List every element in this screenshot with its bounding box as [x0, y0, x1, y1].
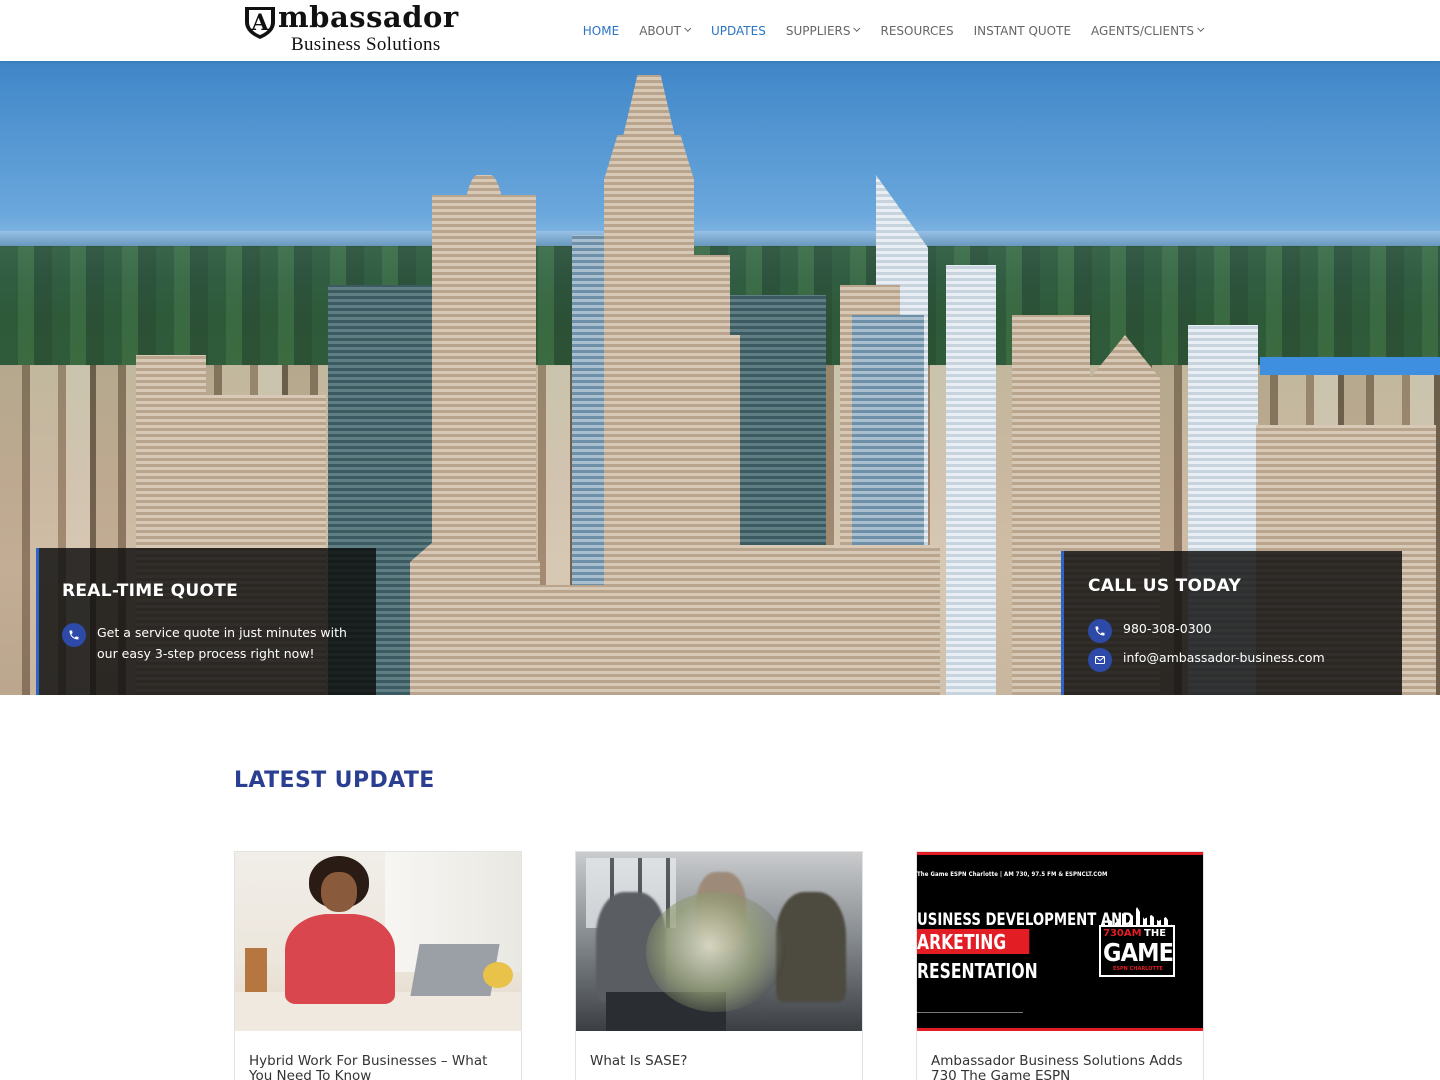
- thumb-headline-3: RESENTATION: [917, 959, 1038, 983]
- thumb-headline-2: ARKETING: [917, 929, 1030, 954]
- hero-banner: REAL-TIME QUOTE Get a service quote in j…: [0, 61, 1440, 695]
- nav-item-agents-clients[interactable]: AGENTS/CLIENTS: [1091, 23, 1205, 38]
- nav-item-suppliers[interactable]: SUPPLIERS: [786, 24, 861, 38]
- logo-letter: A: [250, 10, 269, 36]
- mail-icon: [1088, 648, 1112, 672]
- chevron-down-icon: [1197, 24, 1205, 32]
- the-game-logo: 730AM THE GAME ESPN CHARLOTTE: [1099, 907, 1177, 981]
- site-logo[interactable]: A mbassador Business Solutions: [242, 0, 464, 56]
- logo-wordmark: mbassador: [278, 0, 459, 34]
- phone-icon: [62, 623, 86, 647]
- call-us-box: CALL US TODAY 980-308-0300 info@ambassad…: [1061, 551, 1402, 695]
- nav-item-label: SUPPLIERS: [785, 23, 851, 38]
- chevron-down-icon: [853, 24, 861, 32]
- nav-item-instant-quote[interactable]: INSTANT QUOTE: [974, 24, 1071, 38]
- nav-item-label: UPDATES: [710, 23, 766, 38]
- latest-update-heading: LATEST UPDATE: [234, 768, 435, 793]
- post-thumbnail[interactable]: [576, 852, 862, 1031]
- post-title-link[interactable]: Hybrid Work For Businesses – What You Ne…: [249, 1054, 511, 1080]
- chevron-down-icon: [684, 24, 692, 32]
- realtime-quote-box[interactable]: REAL-TIME QUOTE Get a service quote in j…: [36, 548, 376, 695]
- nav-item-label: ABOUT: [639, 23, 681, 38]
- post-title-link[interactable]: What Is SASE?: [590, 1054, 852, 1069]
- shield-logo-icon: A: [245, 7, 275, 39]
- email-link[interactable]: info@ambassador-business.com: [1123, 647, 1325, 668]
- post-title-link[interactable]: Ambassador Business Solutions Adds 730 T…: [931, 1054, 1193, 1080]
- post-card[interactable]: Hybrid Work For Businesses – What You Ne…: [234, 851, 522, 1080]
- game-logo-espn: ESPN CHARLOTTE: [1113, 966, 1163, 972]
- realtime-quote-title: REAL-TIME QUOTE: [62, 581, 239, 601]
- phone-link[interactable]: 980-308-0300: [1123, 618, 1212, 639]
- post-card[interactable]: What Is SASE?: [575, 851, 863, 1080]
- nav-item-home[interactable]: HOME: [583, 24, 619, 38]
- hero-horizon: [0, 231, 1440, 247]
- post-thumbnail[interactable]: The Game ESPN Charlotte | AM 730, 97.5 F…: [917, 852, 1203, 1031]
- post-card[interactable]: The Game ESPN Charlotte | AM 730, 97.5 F…: [916, 851, 1204, 1080]
- thumb-caption: The Game ESPN Charlotte | AM 730, 97.5 F…: [917, 871, 1108, 878]
- nav-item-label: RESOURCES: [880, 23, 954, 38]
- realtime-quote-text: Get a service quote in just minutes with…: [97, 625, 347, 661]
- site-header: A mbassador Business Solutions HOME ABOUT…: [0, 0, 1440, 61]
- nav-item-about[interactable]: ABOUT: [639, 23, 692, 38]
- nav-item-label: INSTANT QUOTE: [973, 23, 1072, 38]
- nav-item-label: AGENTS/CLIENTS: [1091, 23, 1194, 38]
- nav-item-updates[interactable]: UPDATES: [711, 24, 766, 38]
- main-nav: HOME ABOUT UPDATES SUPPLIERS RESOURCES INSTAN…: [563, 0, 1205, 61]
- nav-item-label: HOME: [582, 23, 620, 38]
- logo-subtitle: Business Solutions: [291, 34, 441, 55]
- phone-icon: [1088, 619, 1112, 643]
- game-logo-game: GAME: [1103, 938, 1174, 967]
- nav-item-resources[interactable]: RESOURCES: [880, 24, 953, 38]
- post-thumbnail[interactable]: [235, 852, 521, 1031]
- call-us-title: CALL US TODAY: [1088, 576, 1242, 596]
